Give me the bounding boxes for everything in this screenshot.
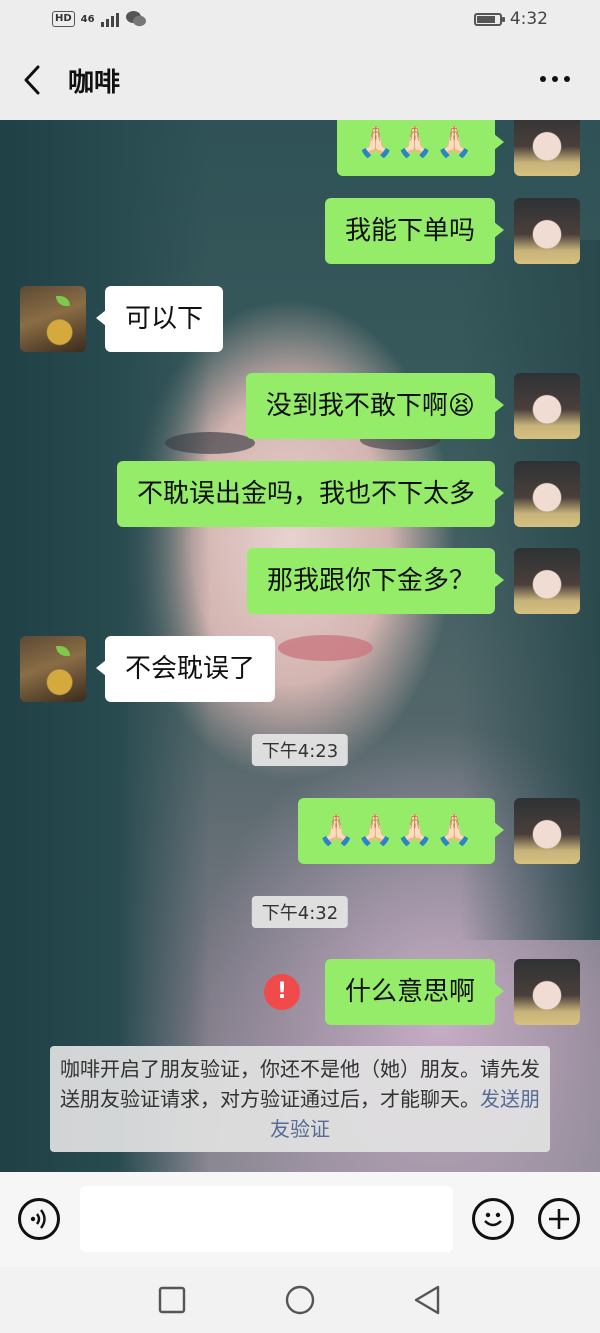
contact-avatar[interactable] (20, 636, 86, 702)
status-bar: HD 46 4:32 (0, 0, 600, 40)
timestamp: 下午4:32 (251, 896, 349, 928)
signal-icon (100, 11, 119, 27)
message-bubble[interactable]: 不会耽误了 (95, 636, 276, 702)
message-bubble[interactable]: 那我跟你下金多？ (246, 548, 505, 614)
message-bubble[interactable]: 我能下单吗 (324, 198, 505, 264)
wechat-notification-icon (125, 11, 146, 27)
chat-area[interactable]: 🙏🏻🙏🏻🙏🏻 我能下单吗 可以下 没到我不敢下啊😫 不耽误出金吗，我也不下太多 … (0, 120, 600, 1172)
message-bubble[interactable]: 可以下 (95, 286, 224, 352)
message-row: 🙏🏻🙏🏻🙏🏻🙏🏻 (0, 798, 600, 864)
emoji-icon[interactable] (472, 1198, 514, 1240)
message-bubble[interactable]: 不耽误出金吗，我也不下太多 (116, 461, 505, 527)
status-left: HD 46 (52, 10, 147, 28)
message-bubble[interactable]: 什么意思啊 (324, 959, 505, 1025)
title-bar: 咖啡 (0, 40, 600, 120)
message-bubble[interactable]: 🙏🏻🙏🏻🙏🏻 (336, 120, 505, 176)
back-nav-icon[interactable] (412, 1284, 442, 1316)
message-row: 不耽误出金吗，我也不下太多 (0, 461, 600, 527)
message-bubble[interactable]: 🙏🏻🙏🏻🙏🏻🙏🏻 (297, 798, 505, 864)
network-type: 46 (80, 13, 95, 25)
message-row: 那我跟你下金多？ (0, 548, 600, 614)
chat-title: 咖啡 (68, 68, 121, 98)
contact-avatar[interactable] (20, 286, 86, 352)
input-bar (0, 1172, 600, 1267)
message-input[interactable] (80, 1186, 453, 1252)
message-row: 我能下单吗 (0, 198, 600, 264)
system-nav-bar (0, 1267, 600, 1333)
status-right: 4:32 (473, 9, 548, 29)
timestamp: 下午4:23 (251, 734, 349, 766)
my-avatar[interactable] (514, 373, 580, 439)
my-avatar[interactable] (514, 120, 580, 176)
notice-text: 咖啡开启了朋友验证，你还不是他（她）朋友。请先发送朋友验证请求，对方验证通过后，… (60, 1057, 540, 1111)
message-row: ! 什么意思啊 (0, 959, 600, 1025)
system-notice: 咖啡开启了朋友验证，你还不是他（她）朋友。请先发送朋友验证请求，对方验证通过后，… (50, 1046, 550, 1152)
my-avatar[interactable] (514, 798, 580, 864)
message-row: 没到我不敢下啊😫 (0, 373, 600, 439)
message-bubble[interactable]: 没到我不敢下啊😫 (245, 373, 505, 439)
my-avatar[interactable] (514, 461, 580, 527)
more-icon[interactable] (540, 76, 570, 82)
add-icon[interactable] (538, 1198, 580, 1240)
voice-icon[interactable] (18, 1198, 60, 1240)
battery-icon (473, 12, 505, 26)
message-row: 不会耽误了 (0, 636, 600, 702)
message-row: 🙏🏻🙏🏻🙏🏻 (0, 120, 600, 176)
recent-apps-icon[interactable] (158, 1286, 186, 1314)
my-avatar[interactable] (514, 198, 580, 264)
my-avatar[interactable] (514, 548, 580, 614)
hd-indicator: HD (52, 11, 75, 27)
my-avatar[interactable] (514, 959, 580, 1025)
home-icon[interactable] (284, 1284, 316, 1316)
back-icon[interactable] (18, 62, 48, 98)
clock: 4:32 (509, 9, 548, 29)
message-row: 可以下 (0, 286, 600, 352)
send-failed-icon[interactable]: ! (264, 974, 300, 1010)
